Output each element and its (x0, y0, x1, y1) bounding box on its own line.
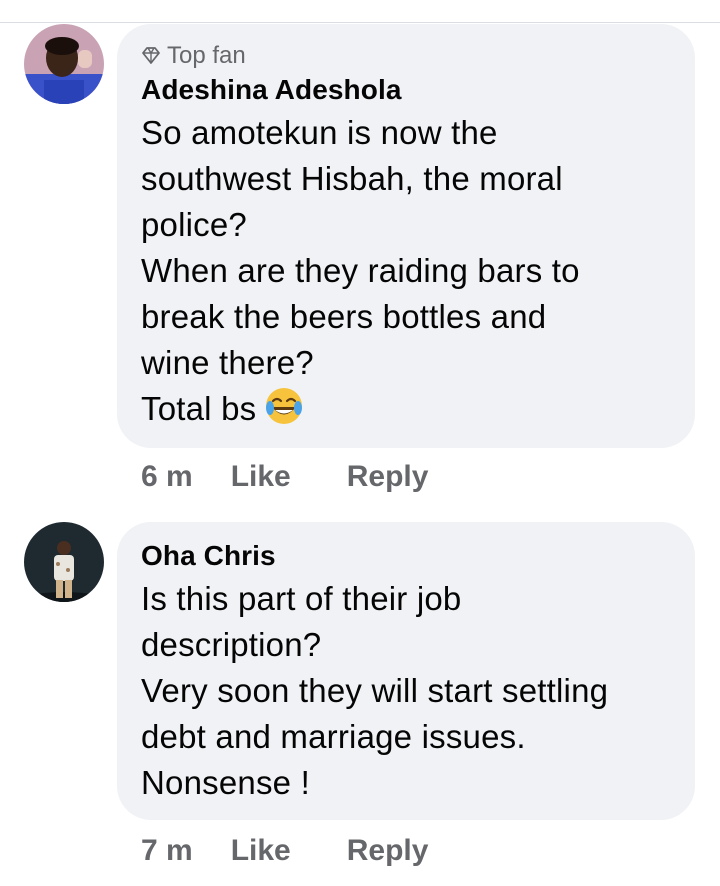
avatar[interactable] (24, 522, 104, 602)
top-divider (0, 22, 720, 23)
reply-button[interactable]: Reply (347, 460, 429, 494)
comment-line: break the beers bottles and (141, 298, 547, 335)
timestamp[interactable]: 6 m (141, 460, 193, 494)
avatar[interactable] (24, 24, 104, 104)
comment-line: debt and marriage issues. (141, 718, 526, 755)
comment-text: Is this part of their job description? V… (141, 576, 673, 806)
comment-bubble: Oha Chris Is this part of their job desc… (117, 522, 695, 820)
comment-bubble: Top fan Adeshina Adeshola So amotekun is… (117, 24, 695, 448)
comment-line: Is this part of their job (141, 580, 462, 617)
comment-line: description? (141, 626, 322, 663)
comment-line: When are they raiding bars to (141, 252, 580, 289)
author-name[interactable]: Oha Chris (141, 540, 673, 572)
like-button[interactable]: Like (231, 460, 291, 494)
laughing-tears-emoji-icon (264, 386, 304, 438)
like-button[interactable]: Like (231, 834, 291, 868)
top-fan-badge: Top fan (141, 42, 673, 70)
diamond-icon (141, 47, 161, 65)
comment-line: southwest Hisbah, the moral (141, 160, 563, 197)
comment-line: Nonsense ! (141, 764, 310, 801)
comment-line: So amotekun is now the (141, 114, 498, 151)
author-name[interactable]: Adeshina Adeshola (141, 74, 673, 106)
comment-actions: 6 m Like Reply (141, 460, 428, 494)
comment-line-last: Total bs (141, 386, 673, 438)
comment-line: wine there? (141, 344, 314, 381)
comment-line-text: Total bs (141, 390, 257, 427)
badge-label: Top fan (167, 42, 246, 69)
reply-button[interactable]: Reply (347, 834, 429, 868)
timestamp[interactable]: 7 m (141, 834, 193, 868)
comment-line: police? (141, 206, 247, 243)
comment-text: So amotekun is now the southwest Hisbah,… (141, 110, 673, 438)
comment-actions: 7 m Like Reply (141, 834, 428, 868)
comment-line: Very soon they will start settling (141, 672, 609, 709)
